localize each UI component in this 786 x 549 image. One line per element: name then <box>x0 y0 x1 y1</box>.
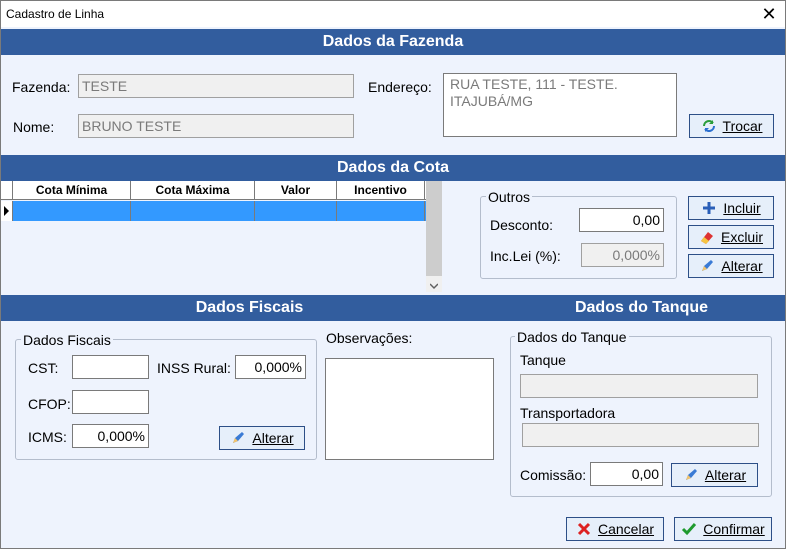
inss-field[interactable]: 0,000% <box>235 355 306 379</box>
fazenda-field[interactable]: TESTE <box>78 74 354 98</box>
scrollbar-thumb[interactable] <box>426 181 442 276</box>
chevron-down-icon[interactable] <box>429 278 439 290</box>
transportadora-label: Transportadora <box>520 405 616 421</box>
cancel-x-icon <box>576 521 592 537</box>
cfop-field[interactable] <box>72 390 149 414</box>
alterar-cota-button-label: Alterar <box>721 258 763 274</box>
cadastro-linha-window: Cadastro de Linha ✕ Dados da Fazenda Faz… <box>0 0 786 549</box>
desconto-label: Desconto: <box>490 217 554 233</box>
section-header-fazenda: Dados da Fazenda <box>1 29 785 55</box>
cell-cota-minima[interactable] <box>13 201 131 221</box>
confirmar-button[interactable]: Confirmar <box>674 517 772 541</box>
cfop-label: CFOP: <box>28 396 71 412</box>
alterar-fiscais-button[interactable]: Alterar <box>219 426 305 450</box>
pencil-icon <box>699 258 715 274</box>
alterar-cota-button[interactable]: Alterar <box>688 254 774 278</box>
excluir-button[interactable]: Excluir <box>688 225 774 249</box>
col-cota-minima[interactable]: Cota Mínima <box>13 181 131 200</box>
inss-label: INSS Rural: <box>157 360 231 376</box>
trocar-button[interactable]: Trocar <box>689 114 774 138</box>
refresh-icon <box>701 118 717 134</box>
observacoes-field[interactable] <box>325 358 494 460</box>
alterar-tanque-button[interactable]: Alterar <box>671 463 758 487</box>
cell-valor[interactable] <box>255 201 337 221</box>
observacoes-label: Observações: <box>326 330 413 346</box>
outros-title: Outros <box>486 189 533 205</box>
endereco-field[interactable]: RUA TESTE, 111 - TESTE. ITAJUBÁ/MG <box>443 73 677 137</box>
endereco-label: Endereço: <box>368 79 432 95</box>
checkmark-icon <box>681 521 697 537</box>
cota-grid-header: Cota Mínima Cota Máxima Valor Incentivo <box>1 181 426 200</box>
icms-label: ICMS: <box>28 429 67 445</box>
inclei-field[interactable]: 0,000% <box>581 243 664 267</box>
pencil-icon <box>683 467 699 483</box>
grid-indicator-header <box>1 181 13 200</box>
endereco-line-2: ITAJUBÁ/MG <box>450 93 533 109</box>
cancelar-button[interactable]: Cancelar <box>566 517 664 541</box>
title-bar: Cadastro de Linha ✕ <box>1 1 785 27</box>
fazenda-label: Fazenda: <box>12 79 71 95</box>
confirmar-button-label: Confirmar <box>703 521 765 537</box>
section-header-tanque: Dados do Tanque <box>498 295 785 321</box>
alterar-fiscais-button-label: Alterar <box>252 430 294 446</box>
inclei-label: Inc.Lei (%): <box>490 248 561 264</box>
endereco-line-1: RUA TESTE, 111 - TESTE. <box>450 76 618 92</box>
cancelar-button-label: Cancelar <box>597 521 655 537</box>
cell-incentivo[interactable] <box>337 201 425 221</box>
fiscais-group-title: Dados Fiscais <box>21 332 113 348</box>
transportadora-field[interactable] <box>522 423 759 447</box>
close-icon[interactable]: ✕ <box>759 4 779 24</box>
cota-grid[interactable]: Cota Mínima Cota Máxima Valor Incentivo <box>1 181 442 292</box>
plus-icon <box>701 200 717 216</box>
icms-field[interactable]: 0,000% <box>72 424 149 448</box>
trocar-button-label: Trocar <box>722 118 763 134</box>
grid-scrollbar[interactable] <box>426 181 442 292</box>
eraser-icon <box>699 229 715 245</box>
cell-cota-maxima[interactable] <box>131 201 255 221</box>
col-valor[interactable]: Valor <box>255 181 337 200</box>
comissao-field[interactable]: 0,00 <box>590 462 663 486</box>
nome-label: Nome: <box>13 119 55 135</box>
comissao-label: Comissão: <box>520 467 587 483</box>
window-title: Cadastro de Linha <box>6 7 105 21</box>
nome-field[interactable]: BRUNO TESTE <box>78 114 354 138</box>
col-incentivo[interactable]: Incentivo <box>337 181 425 200</box>
alterar-tanque-button-label: Alterar <box>704 467 747 483</box>
table-row[interactable] <box>1 201 426 221</box>
pencil-icon <box>230 430 246 446</box>
incluir-button[interactable]: Incluir <box>688 196 774 220</box>
tanque-field[interactable] <box>520 374 758 398</box>
section-header-fiscais: Dados Fiscais <box>1 295 498 321</box>
col-cota-maxima[interactable]: Cota Máxima <box>131 181 255 200</box>
section-header-cota: Dados da Cota <box>1 155 785 181</box>
cst-field[interactable] <box>72 355 149 379</box>
row-indicator <box>1 201 13 221</box>
tanque-label: Tanque <box>520 352 566 368</box>
desconto-field[interactable]: 0,00 <box>579 208 664 232</box>
cst-label: CST: <box>28 360 59 376</box>
tanque-group-title: Dados do Tanque <box>515 329 629 345</box>
incluir-button-label: Incluir <box>723 200 761 216</box>
excluir-button-label: Excluir <box>720 229 763 245</box>
